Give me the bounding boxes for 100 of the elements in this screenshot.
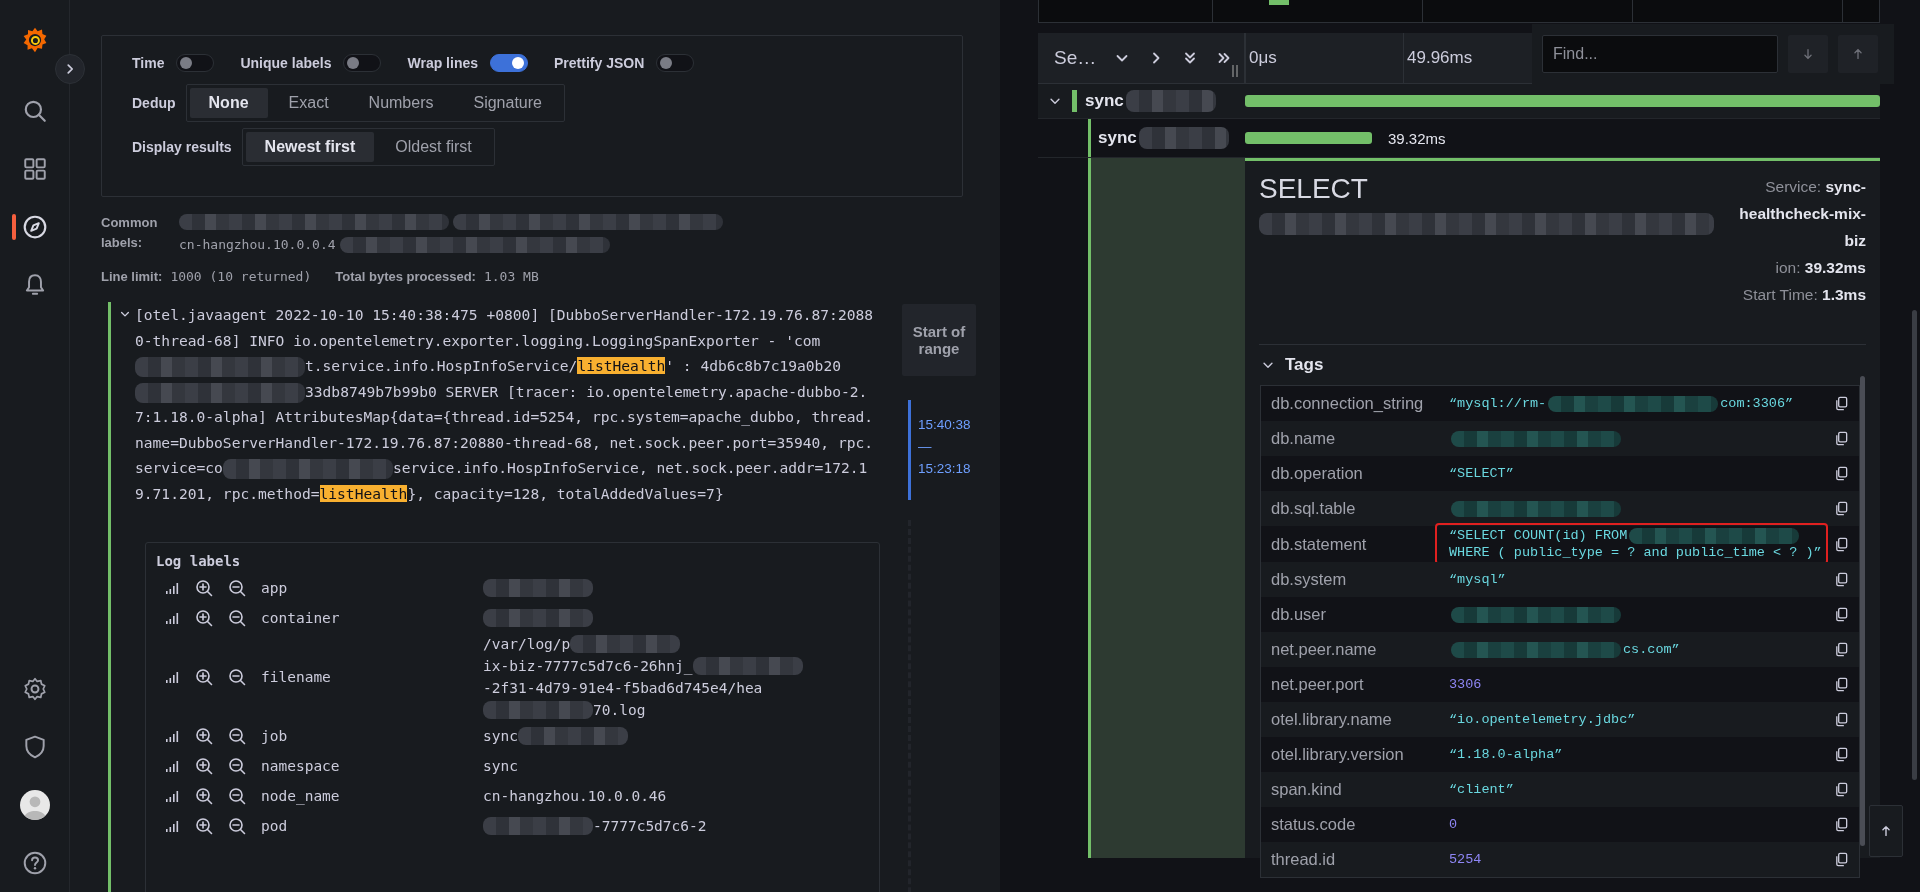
tag-key: db.statement	[1261, 534, 1449, 554]
copy-icon[interactable]	[1834, 642, 1849, 657]
label-name: container	[261, 610, 341, 626]
arrow-up-icon	[1879, 824, 1893, 838]
stats-icon[interactable]	[164, 580, 180, 596]
zoom-in-icon[interactable]	[195, 787, 213, 805]
stats-icon[interactable]	[164, 788, 180, 804]
toggle-switch[interactable]	[490, 54, 528, 72]
tag-key: db.operation	[1261, 464, 1449, 483]
tag-key: db.sql.table	[1261, 499, 1449, 518]
span-name[interactable]: sync	[1085, 91, 1124, 111]
copy-icon[interactable]	[1834, 536, 1849, 552]
label-name: node_name	[261, 788, 341, 804]
stats-icon[interactable]	[164, 758, 180, 774]
scrollbar[interactable]	[1912, 310, 1917, 780]
tag-key: db.system	[1261, 570, 1449, 589]
find-field[interactable]: Find...	[1542, 35, 1778, 73]
copy-icon[interactable]	[1834, 431, 1849, 446]
copy-icon[interactable]	[1834, 501, 1849, 516]
tag-key: db.user	[1261, 605, 1449, 624]
section-title[interactable]: Tags	[1285, 355, 1324, 375]
label-value: ix-biz-7777c5d7c6-26hnj_	[483, 657, 693, 677]
option-label: Time	[132, 55, 165, 71]
option-label: Dedup	[132, 95, 176, 111]
copy-icon[interactable]	[1834, 677, 1849, 692]
stats-icon[interactable]	[164, 818, 180, 834]
tag-value: “SELECT”	[1449, 465, 1514, 482]
zoom-out-icon[interactable]	[228, 579, 246, 597]
zoom-in-icon[interactable]	[195, 609, 213, 627]
tag-value: com:3306”	[1720, 395, 1794, 412]
label-name: namespace	[261, 758, 341, 774]
service-color-stripe	[1072, 90, 1077, 112]
start-of-range-button[interactable]: Start of range	[902, 304, 976, 376]
option-label: Unique labels	[240, 55, 332, 71]
span-duration: 39.32ms	[1388, 129, 1446, 147]
segment-button[interactable]: Signature	[454, 88, 561, 118]
arrow-down-icon	[1801, 47, 1815, 61]
stats-icon[interactable]	[164, 610, 180, 626]
avatar-icon[interactable]	[19, 790, 50, 820]
segment-button[interactable]: Numbers	[349, 88, 453, 118]
segment-button[interactable]: Exact	[269, 88, 348, 118]
scrollbar[interactable]	[1860, 376, 1865, 846]
segment-button[interactable]: Newest first	[245, 132, 375, 162]
compass-icon[interactable]	[21, 214, 48, 240]
section-title: Log labels	[156, 553, 242, 569]
copy-icon[interactable]	[1834, 782, 1849, 797]
resize-handle-icon[interactable]	[1232, 65, 1238, 77]
toggle-switch[interactable]	[343, 54, 382, 72]
segment-button[interactable]: Oldest first	[376, 132, 491, 162]
toggle-switch[interactable]	[656, 54, 695, 72]
copy-icon[interactable]	[1834, 607, 1849, 622]
zoom-out-icon[interactable]	[228, 757, 246, 775]
label-value: sync	[483, 757, 518, 776]
zoom-out-icon[interactable]	[228, 668, 246, 686]
dashboards-icon[interactable]	[21, 156, 48, 182]
help-icon[interactable]	[21, 850, 48, 876]
tick-label: 0μs	[1248, 48, 1278, 68]
zoom-in-icon[interactable]	[195, 579, 213, 597]
zoom-out-icon[interactable]	[228, 787, 246, 805]
tag-value: “io.opentelemetry.jdbc”	[1449, 711, 1636, 728]
copy-icon[interactable]	[1834, 817, 1849, 832]
copy-icon[interactable]	[1834, 396, 1849, 411]
zoom-in-icon[interactable]	[195, 668, 213, 686]
span-mini-bar	[1269, 0, 1289, 5]
stats-icon[interactable]	[164, 669, 180, 685]
zoom-in-icon[interactable]	[195, 727, 213, 745]
copy-icon[interactable]	[1834, 466, 1849, 481]
label-value: -2f31-4d79-91e4-f5bad6d745e4/hea	[483, 679, 763, 698]
label-value: -7777c5d7c6-2	[593, 817, 707, 836]
copy-icon[interactable]	[1834, 572, 1849, 587]
tag-key: status.code	[1261, 815, 1449, 834]
tag-value: “mysql://rm-	[1449, 395, 1547, 412]
stat-label: Total bytes processed:	[335, 269, 476, 284]
copy-icon[interactable]	[1834, 712, 1849, 727]
copy-icon[interactable]	[1834, 852, 1849, 867]
option-label: Display results	[132, 139, 232, 155]
settings-icon[interactable]	[21, 676, 48, 702]
tag-key: net.peer.name	[1261, 640, 1449, 659]
tag-key: span.kind	[1261, 780, 1449, 799]
column-title: Se…	[1054, 47, 1097, 69]
zoom-out-icon[interactable]	[228, 817, 246, 835]
zoom-out-icon[interactable]	[228, 727, 246, 745]
zoom-out-icon[interactable]	[228, 609, 246, 627]
label-value: /var/log/p	[483, 635, 571, 654]
toggle-switch[interactable]	[176, 54, 215, 72]
label-name: filename	[261, 669, 332, 685]
label-name: job	[261, 728, 289, 744]
label-value: cn-hangzhou.10.0.0.4	[179, 237, 336, 252]
option-label: Wrap lines	[407, 55, 478, 71]
label-name: app	[261, 580, 289, 596]
segment-button[interactable]: None	[189, 88, 268, 118]
stats-icon[interactable]	[164, 728, 180, 744]
copy-icon[interactable]	[1834, 747, 1849, 762]
tag-key: thread.id	[1261, 850, 1449, 869]
tag-value: “1.18.0-alpha”	[1449, 746, 1563, 763]
tag-key: net.peer.port	[1261, 675, 1449, 694]
tag-key: db.name	[1261, 429, 1449, 448]
zoom-in-icon[interactable]	[195, 817, 213, 835]
span-name[interactable]: sync	[1098, 128, 1137, 148]
zoom-in-icon[interactable]	[195, 757, 213, 775]
